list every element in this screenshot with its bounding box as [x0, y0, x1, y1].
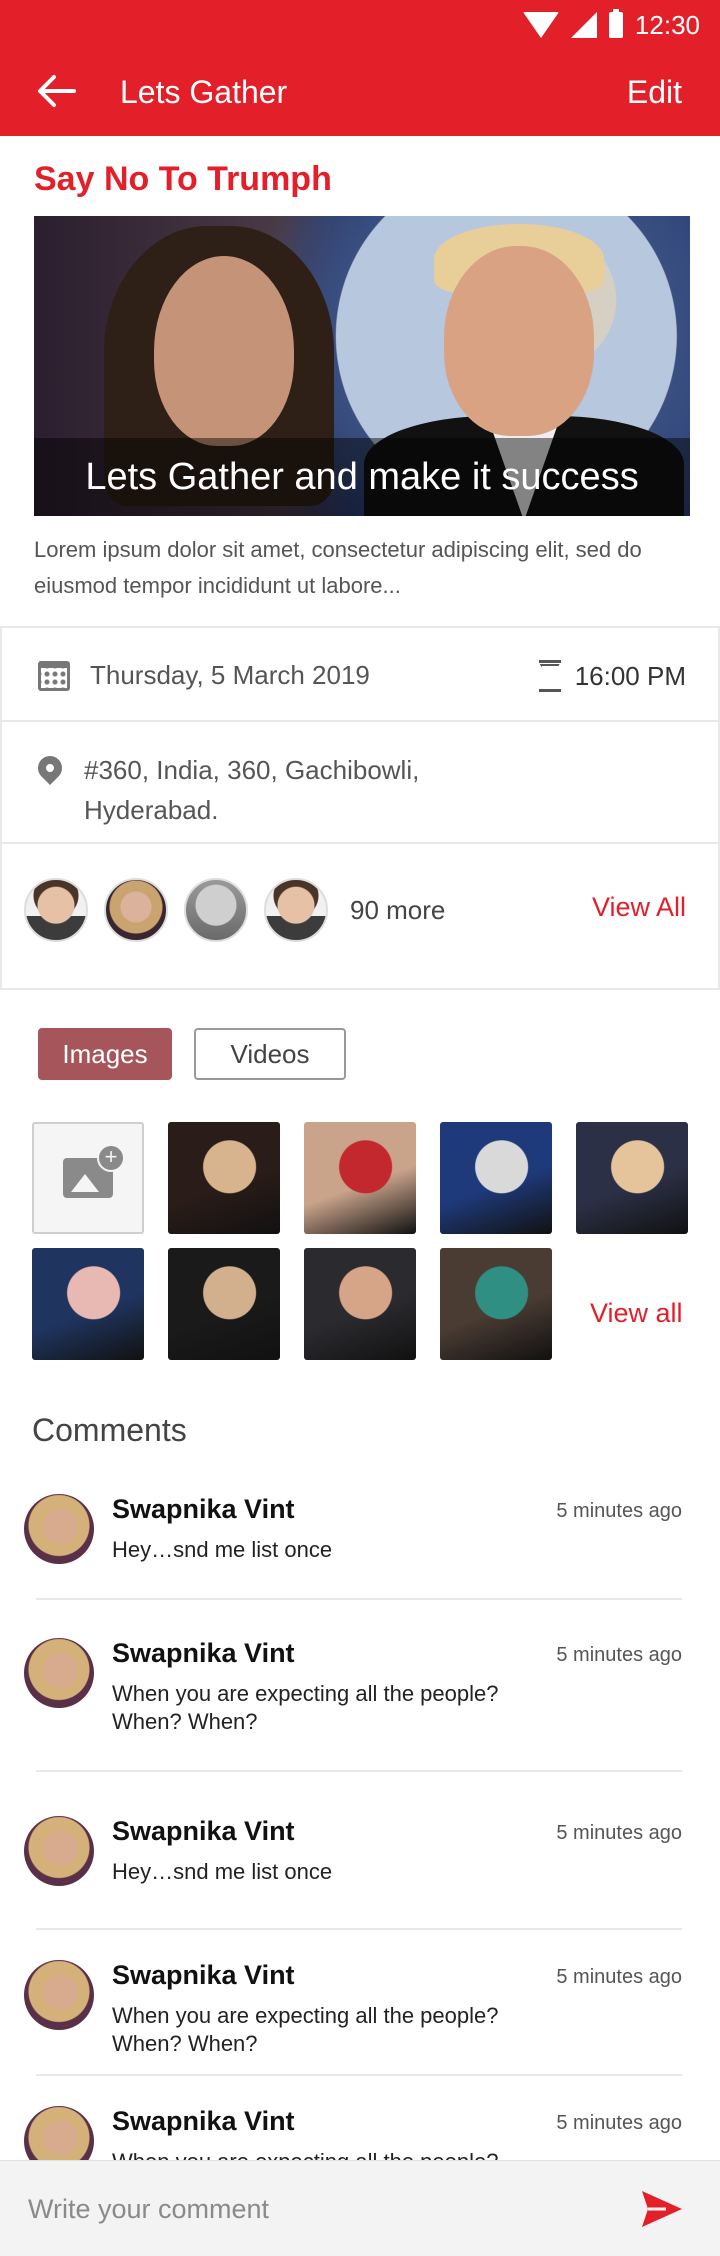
view-all-attendees-link[interactable]: View All: [592, 892, 686, 923]
event-address-row: #360, India, 360, Gachibowli, Hyderabad.: [38, 750, 484, 830]
event-date: Thursday, 5 March 2019: [90, 660, 370, 690]
hourglass-icon: [538, 660, 561, 692]
tab-videos[interactable]: Videos: [194, 1028, 346, 1080]
divider: [36, 1770, 682, 1772]
comment-time: 5 minutes ago: [556, 1644, 682, 1666]
divider: [36, 2074, 682, 2076]
event-time: 16:00 PM: [574, 660, 686, 691]
page-title: Lets Gather: [120, 74, 288, 110]
comment-text: When you are expecting all the people?: [112, 2148, 552, 2160]
comment-author: Swapnika Vint: [112, 1494, 295, 1524]
event-banner: Lets Gather and make it success: [34, 216, 690, 516]
comment-item: Swapnika Vint 5 minutes ago When you are…: [24, 1960, 684, 2056]
back-arrow-icon[interactable]: [36, 74, 76, 108]
gallery-thumbnail[interactable]: [168, 1248, 280, 1360]
view-all-media-link[interactable]: View all: [590, 1298, 683, 1329]
event-title: Say No To Trumph: [34, 160, 332, 198]
divider: [36, 1598, 682, 1600]
avatar: [264, 878, 328, 942]
gallery-thumbnail[interactable]: [440, 1122, 552, 1234]
divider: [36, 1928, 682, 1930]
status-bar: 12:30: [522, 9, 700, 40]
comment-text: Hey…snd me list once: [112, 1537, 333, 1562]
attendees-more: 90 more: [350, 894, 446, 925]
comment-author: Swapnika Vint: [112, 2106, 295, 2136]
comment-text: Hey…snd me list once: [112, 1859, 333, 1884]
gallery-thumbnail[interactable]: [576, 1122, 688, 1234]
comment-author: Swapnika Vint: [112, 1816, 295, 1846]
avatar: [24, 1494, 94, 1564]
comment-item: Swapnika Vint 5 minutes ago When you are…: [24, 1638, 684, 1734]
gallery-thumbnail[interactable]: [304, 1122, 416, 1234]
gallery-thumbnail[interactable]: [32, 1248, 144, 1360]
avatar: [24, 1816, 94, 1886]
comment-item: Swapnika Vint 5 minutes ago Hey…snd me l…: [24, 1494, 684, 1574]
battery-icon: [608, 9, 623, 38]
add-image-button[interactable]: [32, 1122, 144, 1234]
avatar: [24, 1960, 94, 2030]
event-description: Lorem ipsum dolor sit amet, consectetur …: [34, 537, 642, 598]
app-bar: 12:30 Lets Gather Edit: [0, 0, 720, 136]
tab-images[interactable]: Images: [38, 1028, 172, 1080]
comment-text: When you are expecting all the people? W…: [112, 2003, 499, 2056]
event-address: #360, India, 360, Gachibowli, Hyderabad.: [84, 755, 420, 825]
comment-time: 5 minutes ago: [556, 1500, 682, 1522]
avatar: [184, 878, 248, 942]
avatar: [104, 878, 168, 942]
comment-author: Swapnika Vint: [112, 1638, 295, 1668]
comment-item: Swapnika Vint 5 minutes ago Hey…snd me l…: [24, 1816, 684, 1896]
edit-button[interactable]: Edit: [627, 74, 682, 111]
attendees[interactable]: 90 more: [24, 878, 445, 942]
event-time-row: 16:00 PM: [538, 660, 686, 692]
comment-text: When you are expecting all the people? W…: [112, 1681, 499, 1734]
wifi-icon: [522, 12, 559, 38]
comment-time: 5 minutes ago: [556, 1966, 682, 1988]
status-time: 12:30: [634, 9, 700, 40]
gallery-thumbnail[interactable]: [304, 1248, 416, 1360]
comments-title: Comments: [32, 1412, 187, 1448]
send-icon[interactable]: [640, 2189, 684, 2229]
event-date-row: Thursday, 5 March 2019: [38, 660, 370, 691]
calendar-icon: [38, 660, 70, 691]
comment-time: 5 minutes ago: [556, 2112, 682, 2134]
media-tabs: Images Videos: [38, 1028, 346, 1080]
avatar: [24, 878, 88, 942]
comment-input[interactable]: [28, 2181, 608, 2237]
location-pin-icon: [38, 756, 62, 790]
gallery-thumbnail[interactable]: [168, 1122, 280, 1234]
banner-caption: Lets Gather and make it success: [34, 438, 690, 516]
avatar: [24, 1638, 94, 1708]
comment-time: 5 minutes ago: [556, 1822, 682, 1844]
avatar: [24, 2106, 94, 2160]
event-details: Thursday, 5 March 2019 16:00 PM #360, In…: [0, 626, 720, 990]
gallery-thumbnail[interactable]: [440, 1248, 552, 1360]
signal-icon: [570, 12, 597, 38]
comment-item: Swapnika Vint 5 minutes ago When you are…: [24, 2106, 684, 2160]
comment-composer: [0, 2160, 720, 2256]
comment-author: Swapnika Vint: [112, 1960, 295, 1990]
add-image-icon: [63, 1144, 125, 1198]
